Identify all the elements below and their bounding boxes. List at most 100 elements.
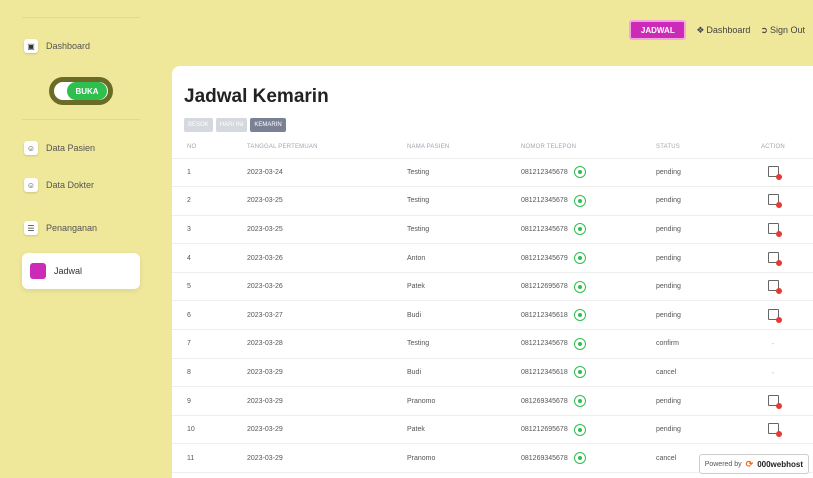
phone-number: 081212345679 <box>521 254 568 262</box>
phone-wrap: 081212345678 <box>521 337 656 350</box>
cell-action: - <box>751 329 813 359</box>
sidebar-item-data-dokter[interactable]: ☺ Data Dokter <box>24 172 142 198</box>
whatsapp-icon[interactable] <box>573 280 586 293</box>
column-header-date: TANGGAL PERTEMUAN <box>247 136 407 159</box>
phone-wrap: 081269345678 <box>521 395 656 408</box>
cell-phone: 081212695678 <box>521 272 656 302</box>
cell-no: 8 <box>172 358 247 388</box>
cell-name: Anton <box>407 243 521 273</box>
no-action-label: - <box>771 339 775 349</box>
table-row: 8 2023-03-29 Budi 081212345618 cancel - <box>172 358 813 388</box>
phone-number: 081269345678 <box>521 397 568 405</box>
whatsapp-icon[interactable] <box>573 366 586 379</box>
whatsapp-icon[interactable] <box>573 252 586 265</box>
cell-phone: 081212345618 <box>521 358 656 388</box>
cell-no: 2 <box>172 186 247 216</box>
user-plus-icon: ☺ <box>24 141 38 155</box>
phone-wrap: 081212345618 <box>521 366 656 379</box>
page-title: Jadwal Kemarin <box>184 86 329 107</box>
whatsapp-icon[interactable] <box>573 309 586 322</box>
dashboard-link-label: Dashboard <box>706 25 751 35</box>
cell-date: 2023-03-26 <box>247 272 407 302</box>
tab-hari-ini[interactable]: HARI INI <box>215 118 248 132</box>
toggle-button[interactable]: BUKA <box>67 82 107 100</box>
tab-besok[interactable]: BESOK <box>184 118 213 132</box>
cell-no: 9 <box>172 386 247 416</box>
cell-status: pending <box>656 243 751 273</box>
calendar-remove-icon[interactable] <box>767 251 782 266</box>
cell-action <box>751 386 813 416</box>
cell-action: - <box>751 358 813 388</box>
phone-number: 081212345618 <box>521 368 568 376</box>
cell-name: Testing <box>407 215 521 245</box>
column-header-action: ACTION <box>751 136 813 159</box>
toggle-switch[interactable]: BUKA <box>49 77 113 105</box>
cell-phone: 081212345678 <box>521 329 656 359</box>
cell-phone: 081212345618 <box>521 300 656 331</box>
table-row: 4 2023-03-26 Anton 081212345679 pending <box>172 243 813 273</box>
column-header-phone: NOMOR TELEPON <box>521 136 656 159</box>
schedule-table: NO TANGGAL PERTEMUAN NAMA PASIEN NOMOR T… <box>172 136 813 474</box>
whatsapp-icon[interactable] <box>573 194 586 207</box>
whatsapp-icon[interactable] <box>573 223 586 236</box>
cell-status: cancel <box>656 358 751 388</box>
schedule-card: Jadwal Kemarin BESOK HARI INI KEMARIN NO… <box>172 66 813 478</box>
phone-number: 081212695678 <box>521 426 568 434</box>
whatsapp-icon[interactable] <box>573 337 586 350</box>
calendar-remove-icon[interactable] <box>767 423 782 438</box>
calendar-remove-icon[interactable] <box>767 308 782 323</box>
whatsapp-icon[interactable] <box>573 395 586 408</box>
phone-number: 081212345678 <box>521 340 568 348</box>
cell-status: pending <box>656 386 751 416</box>
calendar-remove-icon[interactable] <box>767 222 782 237</box>
tab-kemarin[interactable]: KEMARIN <box>250 118 286 132</box>
cell-status: pending <box>656 215 751 245</box>
cell-phone: 081269345678 <box>521 386 656 416</box>
cell-action <box>751 272 813 302</box>
whatsapp-icon[interactable] <box>573 423 586 436</box>
table-row: 9 2023-03-29 Pranomo 081269345678 pending <box>172 386 813 416</box>
phone-wrap: 081212345678 <box>521 223 656 236</box>
sidebar-item-penanganan[interactable]: ☰ Penanganan <box>24 215 142 241</box>
calendar-remove-icon[interactable] <box>767 394 782 409</box>
cell-date: 2023-03-29 <box>247 415 407 445</box>
table-row: 3 2023-03-25 Testing 081212345678 pending <box>172 215 813 245</box>
signout-link[interactable]: ➲ Sign Out <box>760 25 805 36</box>
sidebar-item-data-pasien[interactable]: ☺ Data Pasien <box>24 135 142 161</box>
sidebar-item-label: Jadwal <box>54 266 83 276</box>
dashboard-link[interactable]: ❖ Dashboard <box>696 25 750 36</box>
signout-link-label: Sign Out <box>769 25 805 35</box>
cell-phone: 081212345678 <box>521 186 656 216</box>
calendar-remove-icon[interactable] <box>767 165 782 180</box>
whatsapp-icon[interactable] <box>573 452 586 465</box>
sidebar-item-dashboard[interactable]: ▣ Dashboard <box>24 33 142 59</box>
cell-date: 2023-03-27 <box>247 300 407 331</box>
cell-date: 2023-03-25 <box>247 215 407 245</box>
phone-wrap: 081212345678 <box>521 194 656 207</box>
whatsapp-icon[interactable] <box>573 166 586 179</box>
sidebar-item-label: Dashboard <box>46 41 91 51</box>
phone-number: 081212345678 <box>521 168 568 176</box>
calendar-remove-icon[interactable] <box>767 280 782 295</box>
calendar-remove-icon[interactable] <box>767 194 782 209</box>
cell-date: 2023-03-29 <box>247 358 407 388</box>
table-row: 6 2023-03-27 Budi 081212345618 pending <box>172 300 813 331</box>
home-icon: ▣ <box>24 39 38 53</box>
cell-no: 10 <box>172 415 247 445</box>
jadwal-button[interactable]: JADWAL <box>629 20 687 40</box>
cell-name: Patek <box>407 272 521 302</box>
dashboard-icon: ❖ <box>696 24 705 35</box>
sidebar-item-jadwal[interactable]: Jadwal <box>22 253 140 289</box>
cell-no: 4 <box>172 243 247 273</box>
table-row: 5 2023-03-26 Patek 081212695678 pending <box>172 272 813 302</box>
cell-no: 6 <box>172 300 247 331</box>
table-row: 2 2023-03-25 Testing 081212345678 pending <box>172 186 813 216</box>
tab-bar: BESOK HARI INI KEMARIN <box>184 118 286 132</box>
phone-wrap: 081212695678 <box>521 423 656 436</box>
cell-status: confirm <box>656 329 751 359</box>
cell-status: pending <box>656 415 751 445</box>
powered-by-badge[interactable]: Powered by ⟳ 000webhost <box>698 454 809 474</box>
table-row: 1 2023-03-24 Testing 081212345678 pending <box>172 158 813 188</box>
cell-name: Testing <box>407 329 521 359</box>
cell-no: 3 <box>172 215 247 245</box>
